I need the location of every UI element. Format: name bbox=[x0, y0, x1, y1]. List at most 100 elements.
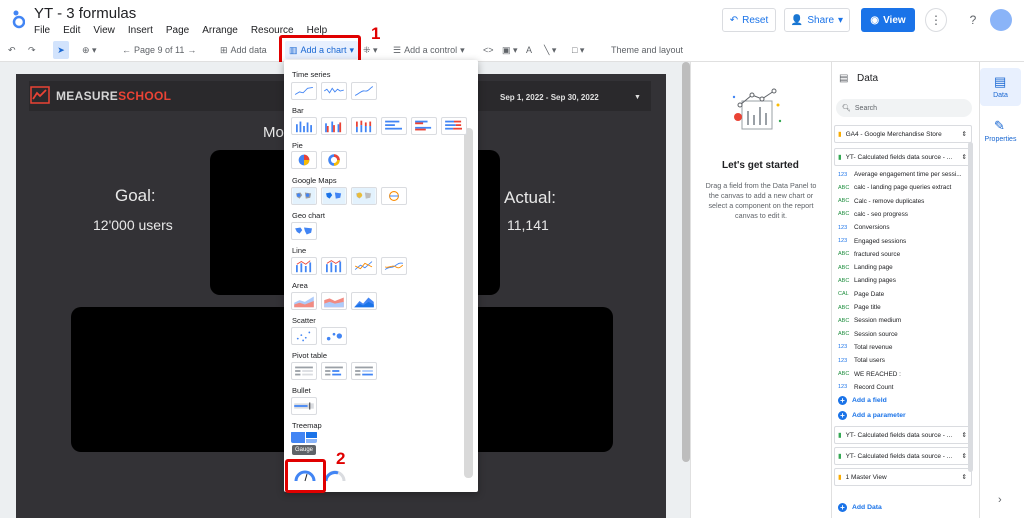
view-button[interactable]: ◉ View bbox=[861, 8, 915, 32]
menu-scrollbar[interactable] bbox=[464, 128, 473, 478]
more-options-icon[interactable]: ⋮ bbox=[925, 8, 947, 32]
add-field-button[interactable]: + Add a field bbox=[838, 396, 887, 405]
combo-chart-option[interactable] bbox=[291, 257, 317, 275]
reset-button[interactable]: ↶ Reset bbox=[722, 8, 776, 32]
bullet-chart-option[interactable] bbox=[291, 397, 317, 415]
scatter-chart-option[interactable] bbox=[291, 327, 317, 345]
undo-icon[interactable]: ↶ bbox=[8, 41, 16, 59]
field-item[interactable]: ABC Landing page bbox=[838, 264, 893, 271]
pivot-heatmap-option[interactable] bbox=[351, 362, 377, 380]
field-item[interactable]: 123 Record Count bbox=[838, 384, 893, 391]
share-button[interactable]: 👤 Share ▾ bbox=[784, 8, 850, 32]
expand-icon[interactable]: ⇕ bbox=[962, 431, 967, 439]
field-item[interactable]: 123 Average engagement time per sessi... bbox=[838, 171, 962, 178]
pie-chart-option[interactable] bbox=[291, 151, 317, 169]
add-data-button[interactable]: ⊞ Add data bbox=[220, 41, 267, 59]
menu-view[interactable]: View bbox=[93, 25, 115, 36]
data-search-input[interactable]: 🔍︎ Search bbox=[836, 99, 972, 117]
field-item[interactable]: ABC Calc - remove duplicates bbox=[838, 198, 924, 205]
section-area: Area bbox=[292, 281, 308, 290]
chevron-down-icon[interactable]: ▾ bbox=[838, 15, 843, 26]
bubble-chart-option[interactable] bbox=[321, 327, 347, 345]
next-page-icon[interactable]: → bbox=[187, 45, 196, 55]
shape-icon[interactable]: □ ▾ bbox=[572, 41, 584, 59]
line-map-option[interactable] bbox=[381, 187, 407, 205]
image-icon[interactable]: ▣ ▾ bbox=[502, 41, 518, 59]
expand-icon[interactable]: ⇕ bbox=[962, 452, 967, 460]
menu-file[interactable]: File bbox=[34, 25, 50, 36]
expand-icon[interactable]: ⇕ bbox=[962, 130, 967, 138]
stacked-area-option[interactable] bbox=[321, 292, 347, 310]
data-source-row[interactable]: ▮ GA4 - Google Merchandise Store ⇕ bbox=[834, 125, 972, 143]
field-item[interactable]: ABC Session medium bbox=[838, 317, 901, 324]
pivot-table-option[interactable] bbox=[291, 362, 317, 380]
add-data-link[interactable]: + Add Data bbox=[838, 503, 882, 512]
add-parameter-button[interactable]: + Add a parameter bbox=[838, 411, 906, 420]
field-item[interactable]: ABC fractured source bbox=[838, 251, 900, 258]
data-source-row[interactable]: ▮ YT- Calculated fields data source - ..… bbox=[834, 447, 972, 465]
bar-chart-option[interactable] bbox=[381, 117, 407, 135]
line-chart-option[interactable] bbox=[351, 257, 377, 275]
time-series-chart-option[interactable] bbox=[291, 82, 317, 100]
field-item[interactable]: 123 Conversions bbox=[838, 224, 890, 231]
looker-studio-logo-icon[interactable] bbox=[11, 8, 25, 30]
rail-properties-tab[interactable]: ✎ Properties bbox=[980, 112, 1021, 150]
chevron-right-icon[interactable]: › bbox=[998, 494, 1002, 506]
smoothed-line-option[interactable] bbox=[381, 257, 407, 275]
grouped-bar-option[interactable] bbox=[411, 117, 437, 135]
field-item[interactable]: CAL Page Date bbox=[838, 291, 884, 298]
percent-area-option[interactable] bbox=[351, 292, 377, 310]
heatmap-map-option[interactable] bbox=[351, 187, 377, 205]
field-item[interactable]: ABC Page title bbox=[838, 304, 881, 311]
menu-arrange[interactable]: Arrange bbox=[202, 25, 238, 36]
line-icon[interactable]: ╲ ▾ bbox=[544, 41, 556, 59]
smoothed-time-series-option[interactable] bbox=[351, 82, 377, 100]
collapse-icon[interactable]: ⇕ bbox=[962, 153, 967, 161]
data-source-row[interactable]: ▮ YT- Calculated fields data source - ..… bbox=[834, 148, 972, 166]
field-item[interactable]: 123 Total revenue bbox=[838, 344, 892, 351]
redo-icon[interactable]: ↷ bbox=[28, 41, 36, 59]
field-item[interactable]: ABC Session source bbox=[838, 331, 898, 338]
text-icon[interactable]: A bbox=[526, 41, 532, 59]
add-control-button[interactable]: ☰ Add a control ▾ bbox=[393, 41, 465, 59]
data-source-row[interactable]: ▮ 1 Master View ⇕ bbox=[834, 468, 972, 486]
menu-page[interactable]: Page bbox=[166, 25, 189, 36]
treemap-option[interactable] bbox=[291, 431, 317, 443]
prev-page-icon[interactable]: ← bbox=[122, 45, 131, 55]
embed-code-icon[interactable]: <> bbox=[483, 41, 494, 59]
field-item[interactable]: ABC WE REACHED : bbox=[838, 371, 901, 378]
avatar[interactable] bbox=[990, 9, 1012, 31]
field-item[interactable]: 123 Total users bbox=[838, 357, 885, 364]
canvas-scrollbar[interactable] bbox=[682, 62, 690, 462]
data-panel-scrollbar[interactable] bbox=[968, 142, 973, 472]
area-chart-option[interactable] bbox=[291, 292, 317, 310]
menu-edit[interactable]: Edit bbox=[63, 25, 80, 36]
zoom-icon[interactable]: ⊕ ▾ bbox=[82, 41, 97, 59]
field-item[interactable]: ABC Landing pages bbox=[838, 277, 896, 284]
section-scatter: Scatter bbox=[292, 316, 316, 325]
donut-chart-option[interactable] bbox=[321, 151, 347, 169]
chevron-down-icon[interactable]: ▼ bbox=[634, 94, 641, 101]
expand-icon[interactable]: ⇕ bbox=[962, 473, 967, 481]
menu-insert[interactable]: Insert bbox=[128, 25, 153, 36]
column-chart-option[interactable] bbox=[291, 117, 317, 135]
date-range-control[interactable]: Sep 1, 2022 - Sep 30, 2022 bbox=[500, 93, 599, 102]
filled-map-option[interactable] bbox=[321, 187, 347, 205]
field-item[interactable]: ABC calc - seo progress bbox=[838, 211, 908, 218]
data-source-row[interactable]: ▮ YT- Calculated fields data source - ..… bbox=[834, 426, 972, 444]
field-item[interactable]: ABC calc - landing page queries extract bbox=[838, 184, 951, 191]
sparkline-chart-option[interactable] bbox=[321, 82, 347, 100]
bubble-map-option[interactable] bbox=[291, 187, 317, 205]
rail-data-tab[interactable]: ▤ Data bbox=[980, 68, 1021, 106]
help-icon[interactable]: ? bbox=[963, 8, 983, 32]
field-item[interactable]: 123 Engaged sessions bbox=[838, 238, 906, 245]
stacked-column-option[interactable] bbox=[351, 117, 377, 135]
stacked-combo-option[interactable] bbox=[321, 257, 347, 275]
select-tool-icon[interactable]: ➤ bbox=[53, 41, 69, 59]
pivot-bars-option[interactable] bbox=[321, 362, 347, 380]
report-title[interactable]: YT - 3 formulas bbox=[34, 5, 136, 22]
grouped-column-option[interactable] bbox=[321, 117, 347, 135]
theme-layout-button[interactable]: Theme and layout bbox=[611, 41, 683, 59]
stacked-bar-option[interactable] bbox=[441, 117, 467, 135]
geo-chart-option[interactable] bbox=[291, 222, 317, 240]
